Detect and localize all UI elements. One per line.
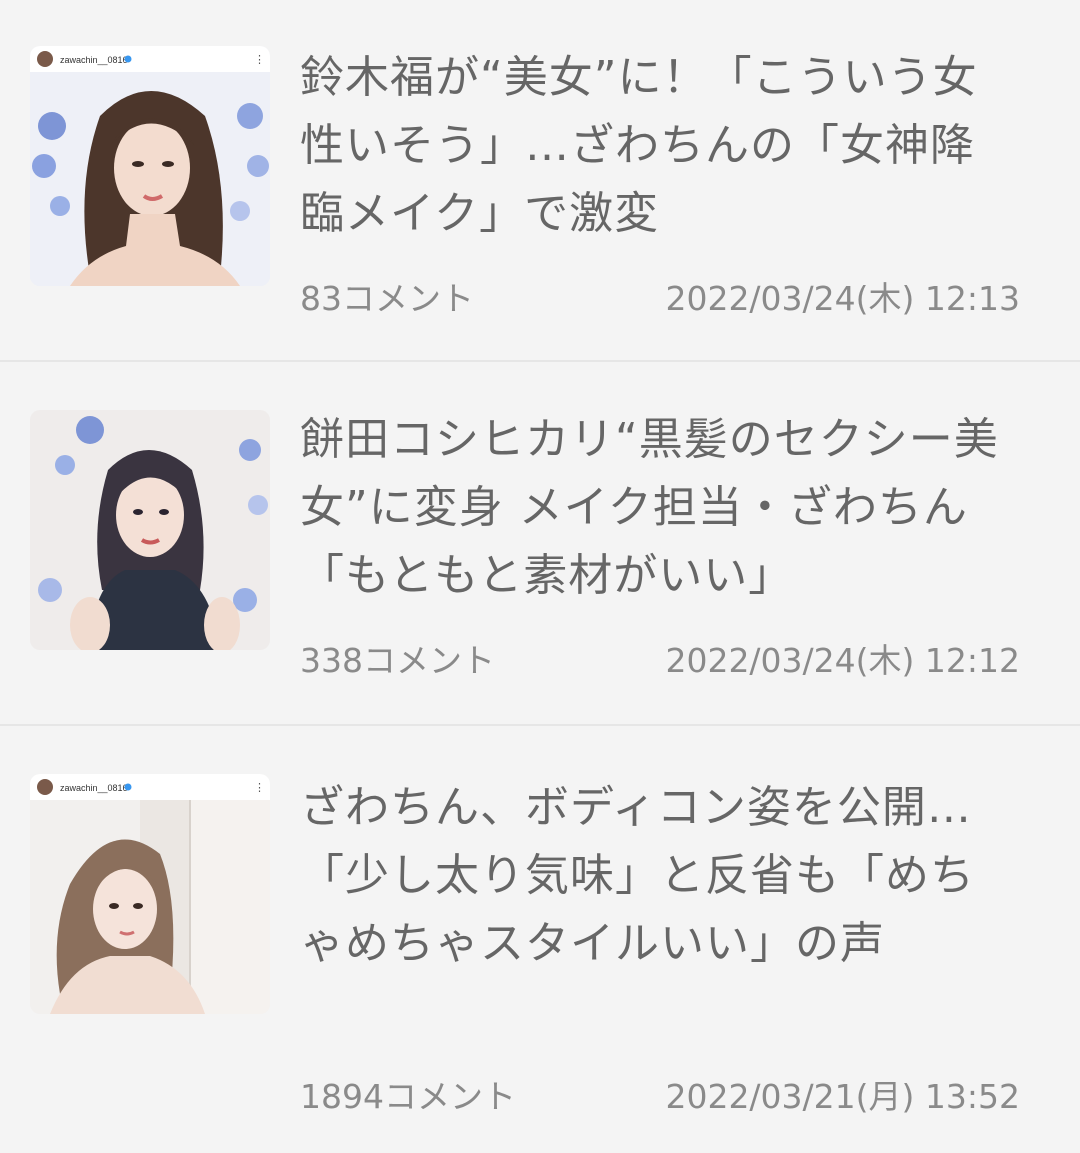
comment-count[interactable]: 83コメント bbox=[300, 272, 474, 320]
article-thumbnail[interactable]: zawachin__0816 ⋮ bbox=[30, 46, 270, 286]
comment-count[interactable]: 338コメント bbox=[300, 634, 495, 682]
svg-text:⋮: ⋮ bbox=[254, 782, 265, 794]
article-item[interactable]: zawachin__0816 ⋮ ざわちん、ボディコン姿を公開…「少し太り気味」… bbox=[0, 726, 1080, 1153]
article-thumbnail[interactable] bbox=[30, 410, 270, 650]
thumb-username: zawachin__0816 bbox=[60, 55, 128, 65]
article-title[interactable]: ざわちん、ボディコン姿を公開…「少し太り気味」と反省も「めちゃめちゃスタイルいい… bbox=[300, 774, 1000, 978]
svg-text:⋮: ⋮ bbox=[254, 54, 265, 66]
article-list: zawachin__0816 ⋮ 鈴木福が“美女”に！「こういう女性いそう」…ざ… bbox=[0, 0, 1080, 1153]
article-title[interactable]: 鈴木福が“美女”に！「こういう女性いそう」…ざわちんの「女神降臨メイク」で激変 bbox=[300, 44, 1000, 248]
article-meta: 1894コメント 2022/03/21(月) 13:52 bbox=[300, 1070, 1020, 1116]
article-title[interactable]: 餅田コシヒカリ“黒髪のセクシー美女”に変身 メイク担当・ざわちん「もともと素材が… bbox=[300, 406, 1000, 610]
article-thumbnail[interactable]: zawachin__0816 ⋮ bbox=[30, 774, 270, 1014]
publish-date: 2022/03/21(月) 13:52 bbox=[665, 1077, 1020, 1116]
article-meta: 83コメント 2022/03/24(木) 12:13 bbox=[300, 272, 1020, 318]
publish-date: 2022/03/24(木) 12:12 bbox=[665, 641, 1020, 680]
thumb-username: zawachin__0816 bbox=[60, 783, 128, 793]
article-item[interactable]: 餅田コシヒカリ“黒髪のセクシー美女”に変身 メイク担当・ざわちん「もともと素材が… bbox=[0, 362, 1080, 726]
comment-count[interactable]: 1894コメント bbox=[300, 1070, 516, 1118]
article-item[interactable]: zawachin__0816 ⋮ 鈴木福が“美女”に！「こういう女性いそう」…ざ… bbox=[0, 0, 1080, 362]
publish-date: 2022/03/24(木) 12:13 bbox=[665, 279, 1020, 318]
article-meta: 338コメント 2022/03/24(木) 12:12 bbox=[300, 634, 1020, 680]
